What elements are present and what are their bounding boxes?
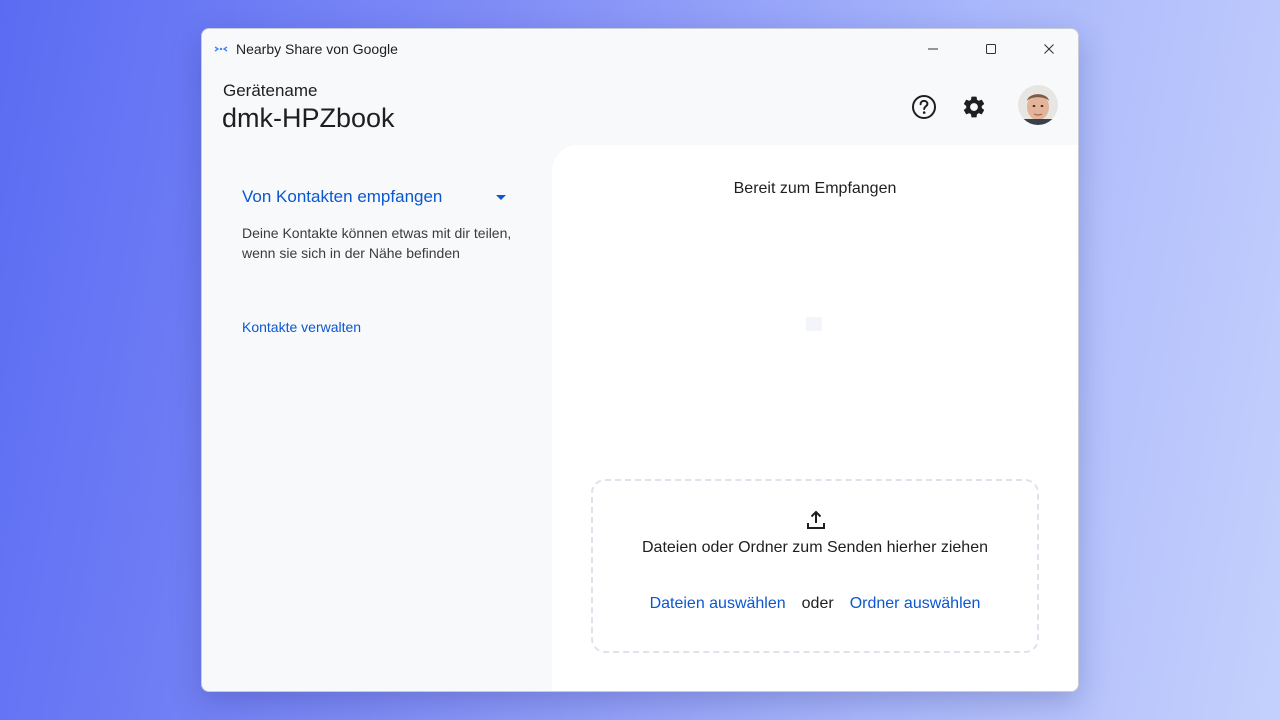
select-files-link[interactable]: Dateien auswählen	[650, 595, 786, 613]
close-button[interactable]	[1020, 29, 1078, 69]
receive-mode-label: Von Kontakten empfangen	[242, 187, 443, 206]
help-button[interactable]	[907, 90, 941, 124]
settings-gear-icon	[963, 96, 985, 118]
main-panel: Bereit zum Empfangen Dateien oder Ordner…	[552, 145, 1078, 691]
settings-button[interactable]	[957, 90, 991, 124]
nearby-share-icon	[214, 44, 228, 54]
receive-mode-dropdown[interactable]: Von Kontakten empfangen	[242, 183, 508, 211]
help-icon	[912, 95, 936, 119]
or-separator: oder	[801, 595, 834, 612]
maximize-button[interactable]	[962, 29, 1020, 69]
close-icon	[1044, 44, 1054, 54]
window-controls	[904, 29, 1078, 69]
app-window: Nearby Share von Google Gerätename dmk-H…	[201, 28, 1079, 692]
sidebar: Von Kontakten empfangen Deine Kontakte k…	[202, 173, 552, 691]
window-title: Nearby Share von Google	[236, 41, 398, 57]
user-avatar[interactable]	[1018, 85, 1058, 125]
maximize-icon	[986, 44, 996, 54]
minimize-button[interactable]	[904, 29, 962, 69]
drop-zone-text: Dateien oder Ordner zum Senden hierher z…	[642, 539, 988, 556]
manage-contacts-link[interactable]: Kontakte verwalten	[242, 319, 361, 335]
dropdown-arrow-icon	[496, 194, 506, 200]
drop-zone-actions: Dateien auswählen oder Ordner auswählen	[593, 595, 1037, 613]
title-bar[interactable]: Nearby Share von Google	[202, 29, 1078, 69]
device-name-label: Gerätename	[223, 81, 318, 100]
visibility-description: Deine Kontakte können etwas mit dir teil…	[242, 225, 512, 261]
minimize-icon	[928, 48, 938, 50]
select-folder-link[interactable]: Ordner auswählen	[850, 595, 981, 613]
receive-status: Bereit zum Empfangen	[733, 180, 897, 197]
device-name: dmk-HPZbook	[222, 103, 395, 133]
device-placeholder	[806, 317, 822, 331]
avatar-image	[1018, 85, 1058, 125]
upload-icon	[807, 510, 825, 529]
file-drop-zone[interactable]: Dateien oder Ordner zum Senden hierher z…	[591, 479, 1039, 653]
